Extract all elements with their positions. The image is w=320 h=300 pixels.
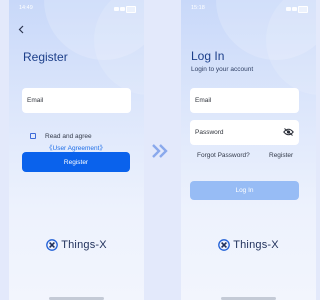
register-screen: 14:49 Register Email Read and agree 《Use…	[9, 0, 144, 300]
brand-logo: Things-X	[9, 239, 144, 251]
agree-label: Read and agree	[45, 133, 92, 140]
user-agreement-link[interactable]: 《User Agreement》	[46, 142, 106, 152]
status-icons	[286, 6, 308, 13]
password-field[interactable]: Password	[190, 120, 299, 145]
things-x-logo-icon	[46, 239, 59, 251]
wifi-icon	[292, 7, 297, 12]
login-button[interactable]: Log In	[190, 181, 299, 200]
brand-name: Things-X	[233, 239, 279, 251]
battery-icon	[126, 6, 136, 13]
signal-icon	[286, 7, 291, 12]
status-time: 15:18	[191, 5, 205, 11]
eye-off-icon[interactable]	[283, 127, 294, 138]
status-bar: 14:49	[9, 5, 144, 15]
password-placeholder: Password	[195, 129, 224, 136]
things-x-logo-icon	[218, 239, 231, 251]
status-bar: 15:18	[181, 5, 316, 15]
page-title: Log In	[191, 49, 225, 63]
brand-name: Things-X	[61, 239, 107, 251]
back-arrow-icon[interactable]	[18, 25, 24, 36]
page-subtitle: Login to your account	[191, 66, 254, 73]
battery-icon	[298, 6, 308, 13]
login-screen: 15:18 Log In Login to your account Email…	[181, 0, 316, 300]
email-field[interactable]: Email	[190, 88, 299, 113]
register-link[interactable]: Register	[269, 152, 293, 159]
status-time: 14:49	[19, 5, 33, 11]
status-icons	[114, 6, 136, 13]
forgot-password-link[interactable]: Forgot Password?	[197, 152, 250, 159]
signal-icon	[114, 7, 119, 12]
agree-checkbox[interactable]	[30, 133, 36, 139]
register-button[interactable]: Register	[22, 152, 130, 172]
brand-logo: Things-X	[181, 239, 316, 251]
double-chevron-right-icon	[151, 143, 168, 164]
page-title: Register	[23, 50, 68, 64]
email-field[interactable]: Email	[22, 88, 131, 113]
wifi-icon	[120, 7, 125, 12]
